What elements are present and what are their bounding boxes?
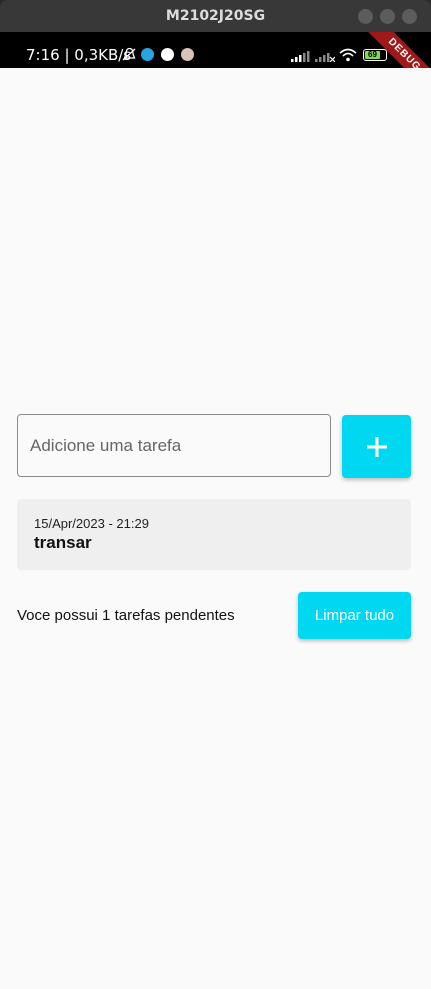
task-title: transar bbox=[34, 533, 92, 552]
bell-muted-icon bbox=[122, 47, 136, 61]
telegram-icon bbox=[141, 48, 154, 61]
task-input[interactable] bbox=[18, 415, 330, 476]
app-notification-icon bbox=[161, 48, 174, 61]
task-date: 15/Apr/2023 - 21:29 bbox=[34, 516, 149, 531]
clear-all-button[interactable]: Limpar tudo bbox=[298, 592, 411, 639]
signal-2-icon bbox=[315, 53, 335, 62]
plus-icon bbox=[366, 436, 387, 457]
status-time: 7:16 | 0,3KB/s bbox=[26, 46, 132, 64]
task-item[interactable]: 15/Apr/2023 - 21:29 transar bbox=[17, 499, 411, 570]
pending-count-text: Voce possui 1 tarefas pendentes bbox=[17, 607, 235, 624]
add-task-button[interactable] bbox=[342, 415, 411, 478]
battery-level: 69 bbox=[368, 50, 377, 59]
battery-icon: 69 bbox=[363, 49, 387, 61]
wifi-icon bbox=[339, 48, 357, 62]
window-titlebar: M2102J20SG bbox=[0, 0, 431, 32]
app-content: 15/Apr/2023 - 21:29 transar Voce possui … bbox=[0, 68, 431, 989]
close-button[interactable] bbox=[402, 9, 417, 24]
signal-icon bbox=[291, 51, 310, 62]
maximize-button[interactable] bbox=[380, 9, 395, 24]
status-bar: 7:16 | 0,3KB/s 69 DEBUG bbox=[0, 32, 431, 68]
app-notification-icon-2 bbox=[181, 48, 194, 61]
task-input-box[interactable] bbox=[17, 414, 331, 477]
minimize-button[interactable] bbox=[358, 9, 373, 24]
